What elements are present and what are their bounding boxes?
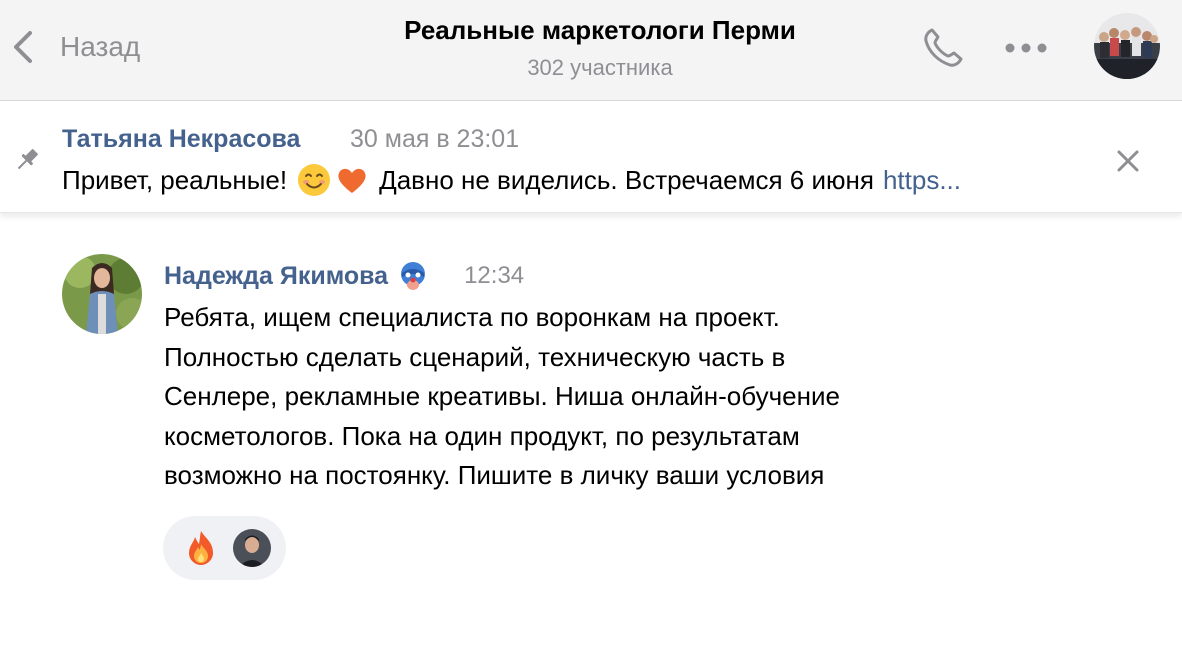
pin-icon [17, 149, 38, 170]
reactor-avatar[interactable] [233, 529, 271, 567]
pinned-text-end: Давно не виделись. Встречаемся 6 июня [379, 165, 874, 195]
message-line: косметологов. Пока на один продукт, по р… [164, 420, 800, 451]
orange-heart-emoji [338, 168, 366, 193]
chevron-left-icon [14, 31, 32, 63]
message-line: Полностью сделать сценарий, техническую … [164, 341, 786, 372]
message-text: Ребята, ищем специалиста по воронкам на … [164, 298, 964, 496]
more-dots-icon[interactable] [1000, 30, 1052, 66]
chat-title-block[interactable]: Реальные маркетологи Перми 302 участника [300, 12, 900, 84]
message-line: возможно на постоянку. Пишите в личку ва… [164, 460, 825, 490]
reaction-pill[interactable] [163, 516, 286, 580]
pinned-text-start: Привет, реальные! [62, 165, 288, 195]
author-avatar[interactable] [62, 254, 142, 334]
chat-header: Назад Реальные маркетологи Перми 302 уча… [0, 0, 1182, 101]
pinned-message[interactable]: Татьяна Некрасова 30 мая в 23:01 Привет,… [0, 101, 1182, 213]
pinned-author[interactable]: Татьяна Некрасова [62, 123, 300, 155]
clown-mask-icon [401, 262, 426, 290]
fire-emoji [189, 531, 213, 565]
pinned-date: 30 мая в 23:01 [350, 125, 520, 153]
message-author[interactable]: Надежда Якимова [164, 262, 388, 291]
member-count: 302 участника [527, 55, 673, 80]
chat-title: Реальные маркетологи Перми [404, 15, 796, 45]
chat-avatar[interactable] [1094, 13, 1160, 79]
close-icon[interactable] [1111, 144, 1145, 178]
pinned-text: Привет, реальные! Давно не виделись. Вст… [62, 161, 961, 199]
chat-screen: Назад Реальные маркетологи Перми 302 уча… [0, 0, 1182, 646]
message-line: Ребята, ищем специалиста по воронкам на … [164, 302, 780, 332]
pinned-link[interactable]: https... [883, 161, 961, 199]
message-header: Надежда Якимова 12:34 [164, 258, 524, 294]
message-line: Сенлере, рекламные креативы. Ниша онлайн… [164, 381, 840, 411]
back-button[interactable]: Назад [8, 22, 178, 72]
phone-icon[interactable] [918, 24, 970, 72]
back-label: Назад [60, 31, 141, 62]
smiling-face-emoji [298, 164, 331, 196]
message-time: 12:34 [464, 262, 525, 289]
